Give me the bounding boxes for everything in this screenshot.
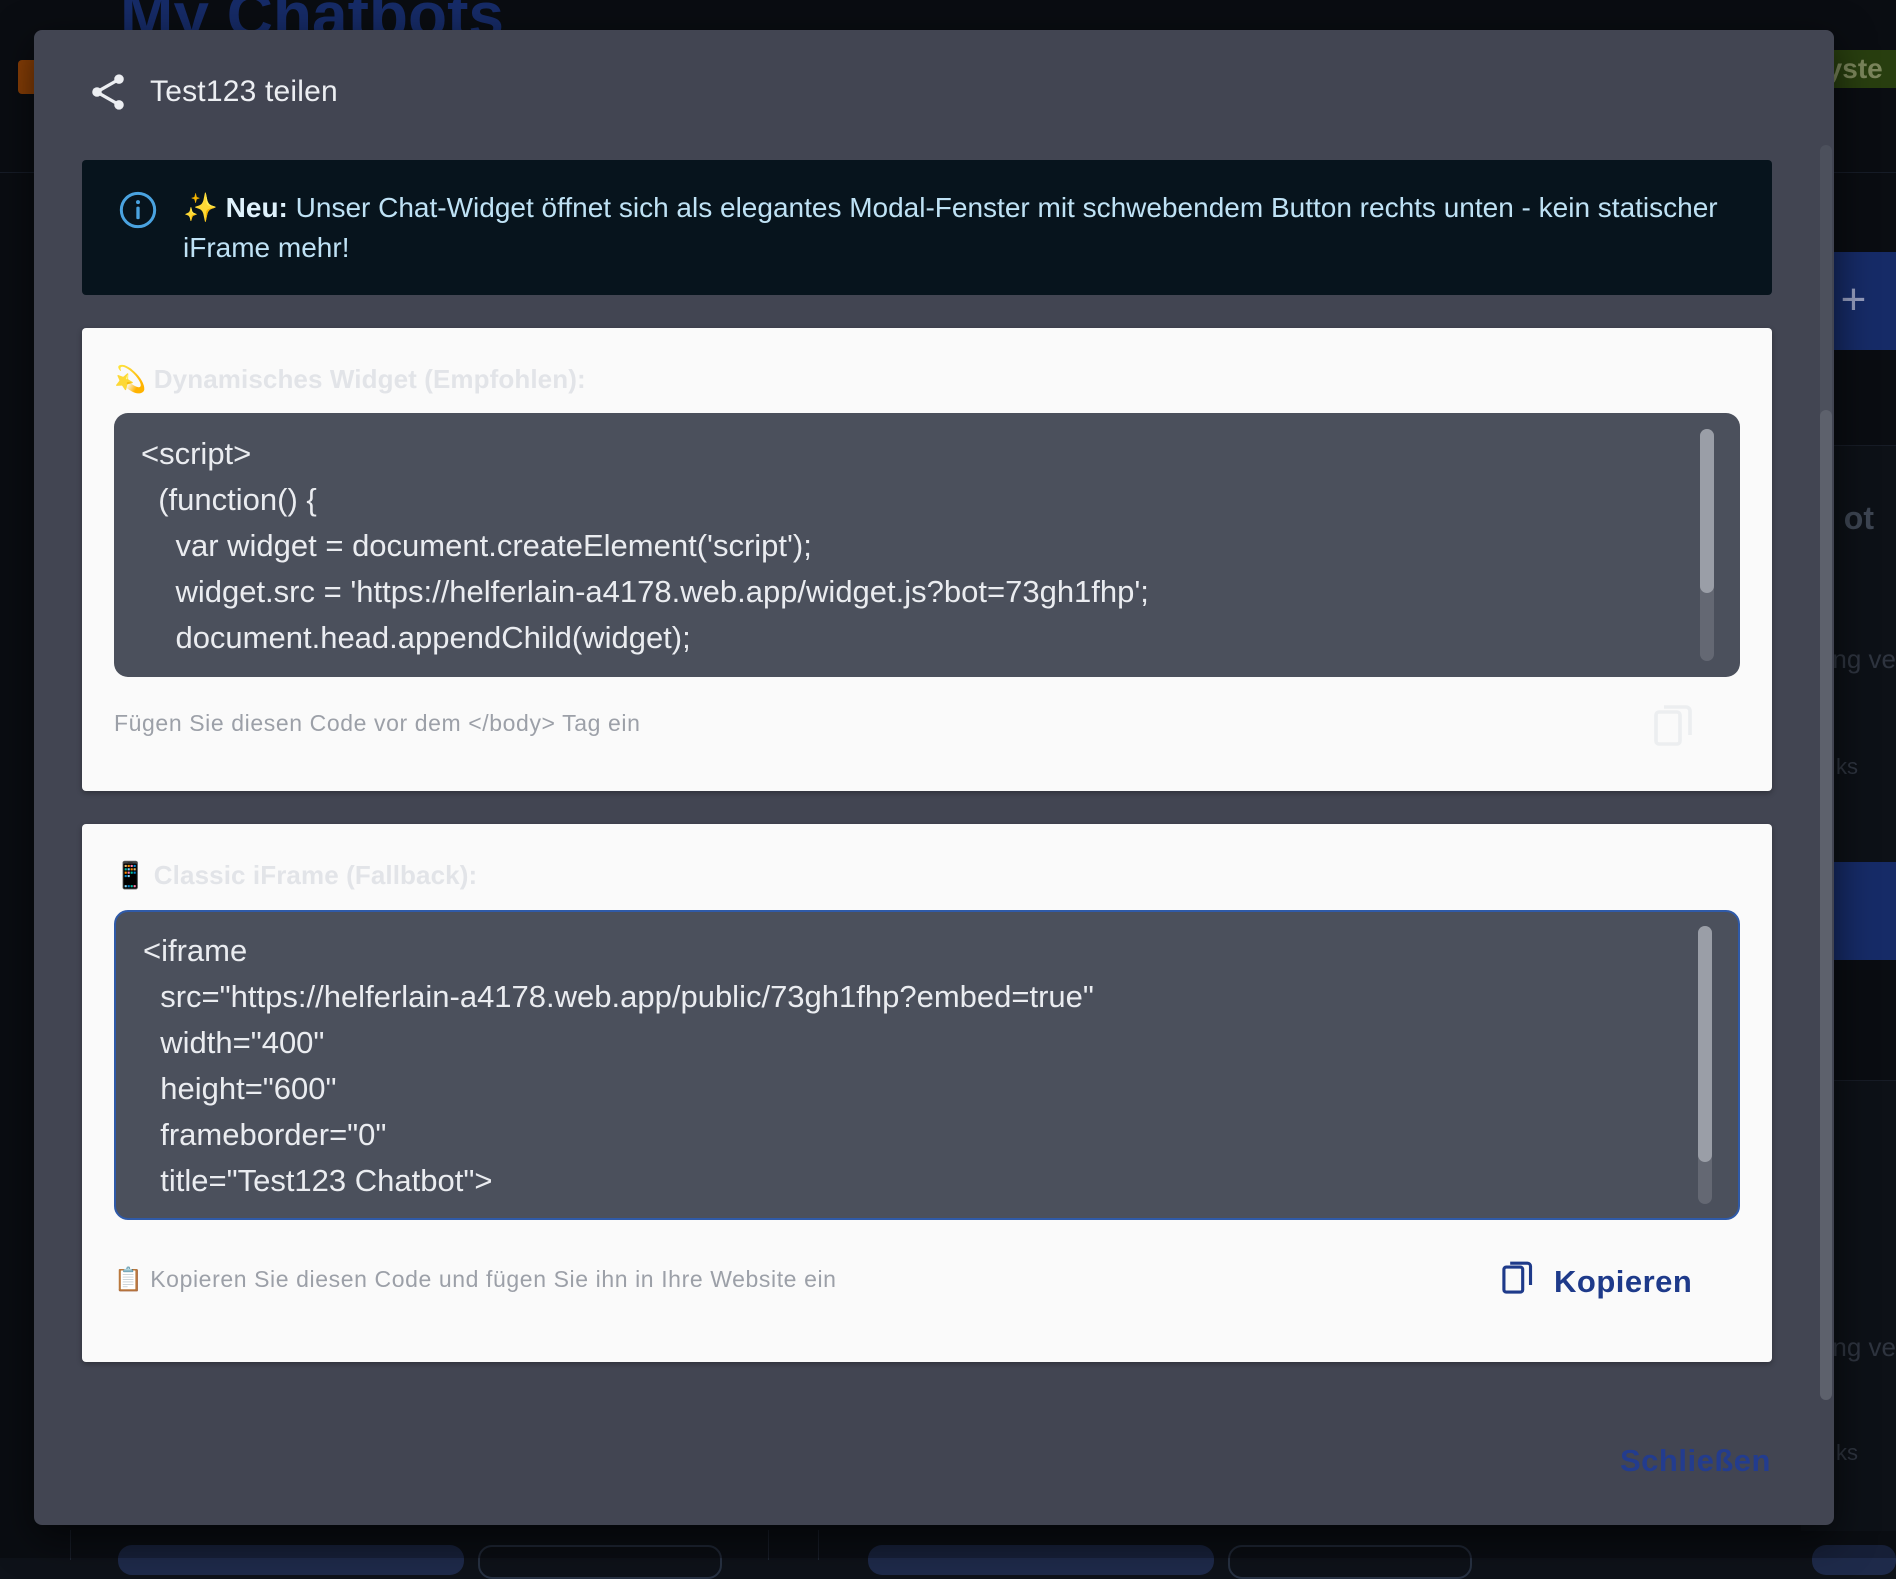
- copy-button[interactable]: Kopieren: [1502, 1260, 1692, 1304]
- widget-helper-text: Fügen Sie diesen Code vor dem </body> Ta…: [114, 710, 641, 736]
- mobile-phone-emoji-icon: 📱: [114, 860, 147, 890]
- clipboard-emoji-icon: 📋: [114, 1266, 144, 1292]
- close-button[interactable]: Schließen: [1620, 1443, 1771, 1479]
- widget-code[interactable]: <script> (function() { var widget = docu…: [141, 431, 1149, 661]
- dizzy-emoji-icon: 💫: [114, 364, 147, 394]
- iframe-helper-label: Kopieren Sie diesen Code und fügen Sie i…: [143, 1266, 837, 1292]
- copy-icon: [1502, 1260, 1534, 1304]
- info-icon: [118, 190, 158, 230]
- info-prefix: ✨: [183, 192, 226, 223]
- dialog-scrollbar-thumb[interactable]: [1820, 410, 1832, 1400]
- iframe-code[interactable]: <iframe src="https://helferlain-a4178.we…: [143, 928, 1094, 1204]
- code-scrollbar-thumb[interactable]: [1698, 926, 1712, 1162]
- iframe-card-label: 📱 Classic iFrame (Fallback):: [114, 860, 477, 891]
- copy-icon[interactable]: [1654, 703, 1694, 749]
- iframe-code-textarea[interactable]: <iframe src="https://helferlain-a4178.we…: [114, 910, 1740, 1220]
- iframe-card-label-text: Classic iFrame (Fallback):: [146, 860, 478, 890]
- info-message: ✨ Neu: Unser Chat-Widget öffnet sich als…: [183, 188, 1723, 268]
- code-scrollbar-thumb[interactable]: [1700, 429, 1714, 593]
- dialog-title: Test123 teilen: [150, 75, 338, 108]
- info-body: Unser Chat-Widget öffnet sich als elegan…: [183, 192, 1718, 263]
- widget-card-label: 💫 Dynamisches Widget (Empfohlen):: [114, 364, 586, 395]
- share-dialog: Test123 teilen ✨ Neu: Unser Chat-Widget …: [34, 30, 1834, 1525]
- info-alert: ✨ Neu: Unser Chat-Widget öffnet sich als…: [82, 160, 1772, 295]
- widget-code-textarea[interactable]: <script> (function() { var widget = docu…: [114, 413, 1740, 677]
- dialog-header: Test123 teilen: [86, 64, 338, 120]
- iframe-helper-text: 📋 Kopieren Sie diesen Code und fügen Sie…: [114, 1266, 837, 1293]
- widget-card-label-text: Dynamisches Widget (Empfohlen):: [146, 364, 586, 394]
- share-icon: [86, 70, 130, 114]
- iframe-code-card: 📱 Classic iFrame (Fallback): <iframe src…: [82, 824, 1772, 1362]
- copy-button-label: Kopieren: [1554, 1264, 1693, 1299]
- info-new-label: Neu:: [225, 192, 288, 223]
- widget-code-card: 💫 Dynamisches Widget (Empfohlen): <scrip…: [82, 328, 1772, 791]
